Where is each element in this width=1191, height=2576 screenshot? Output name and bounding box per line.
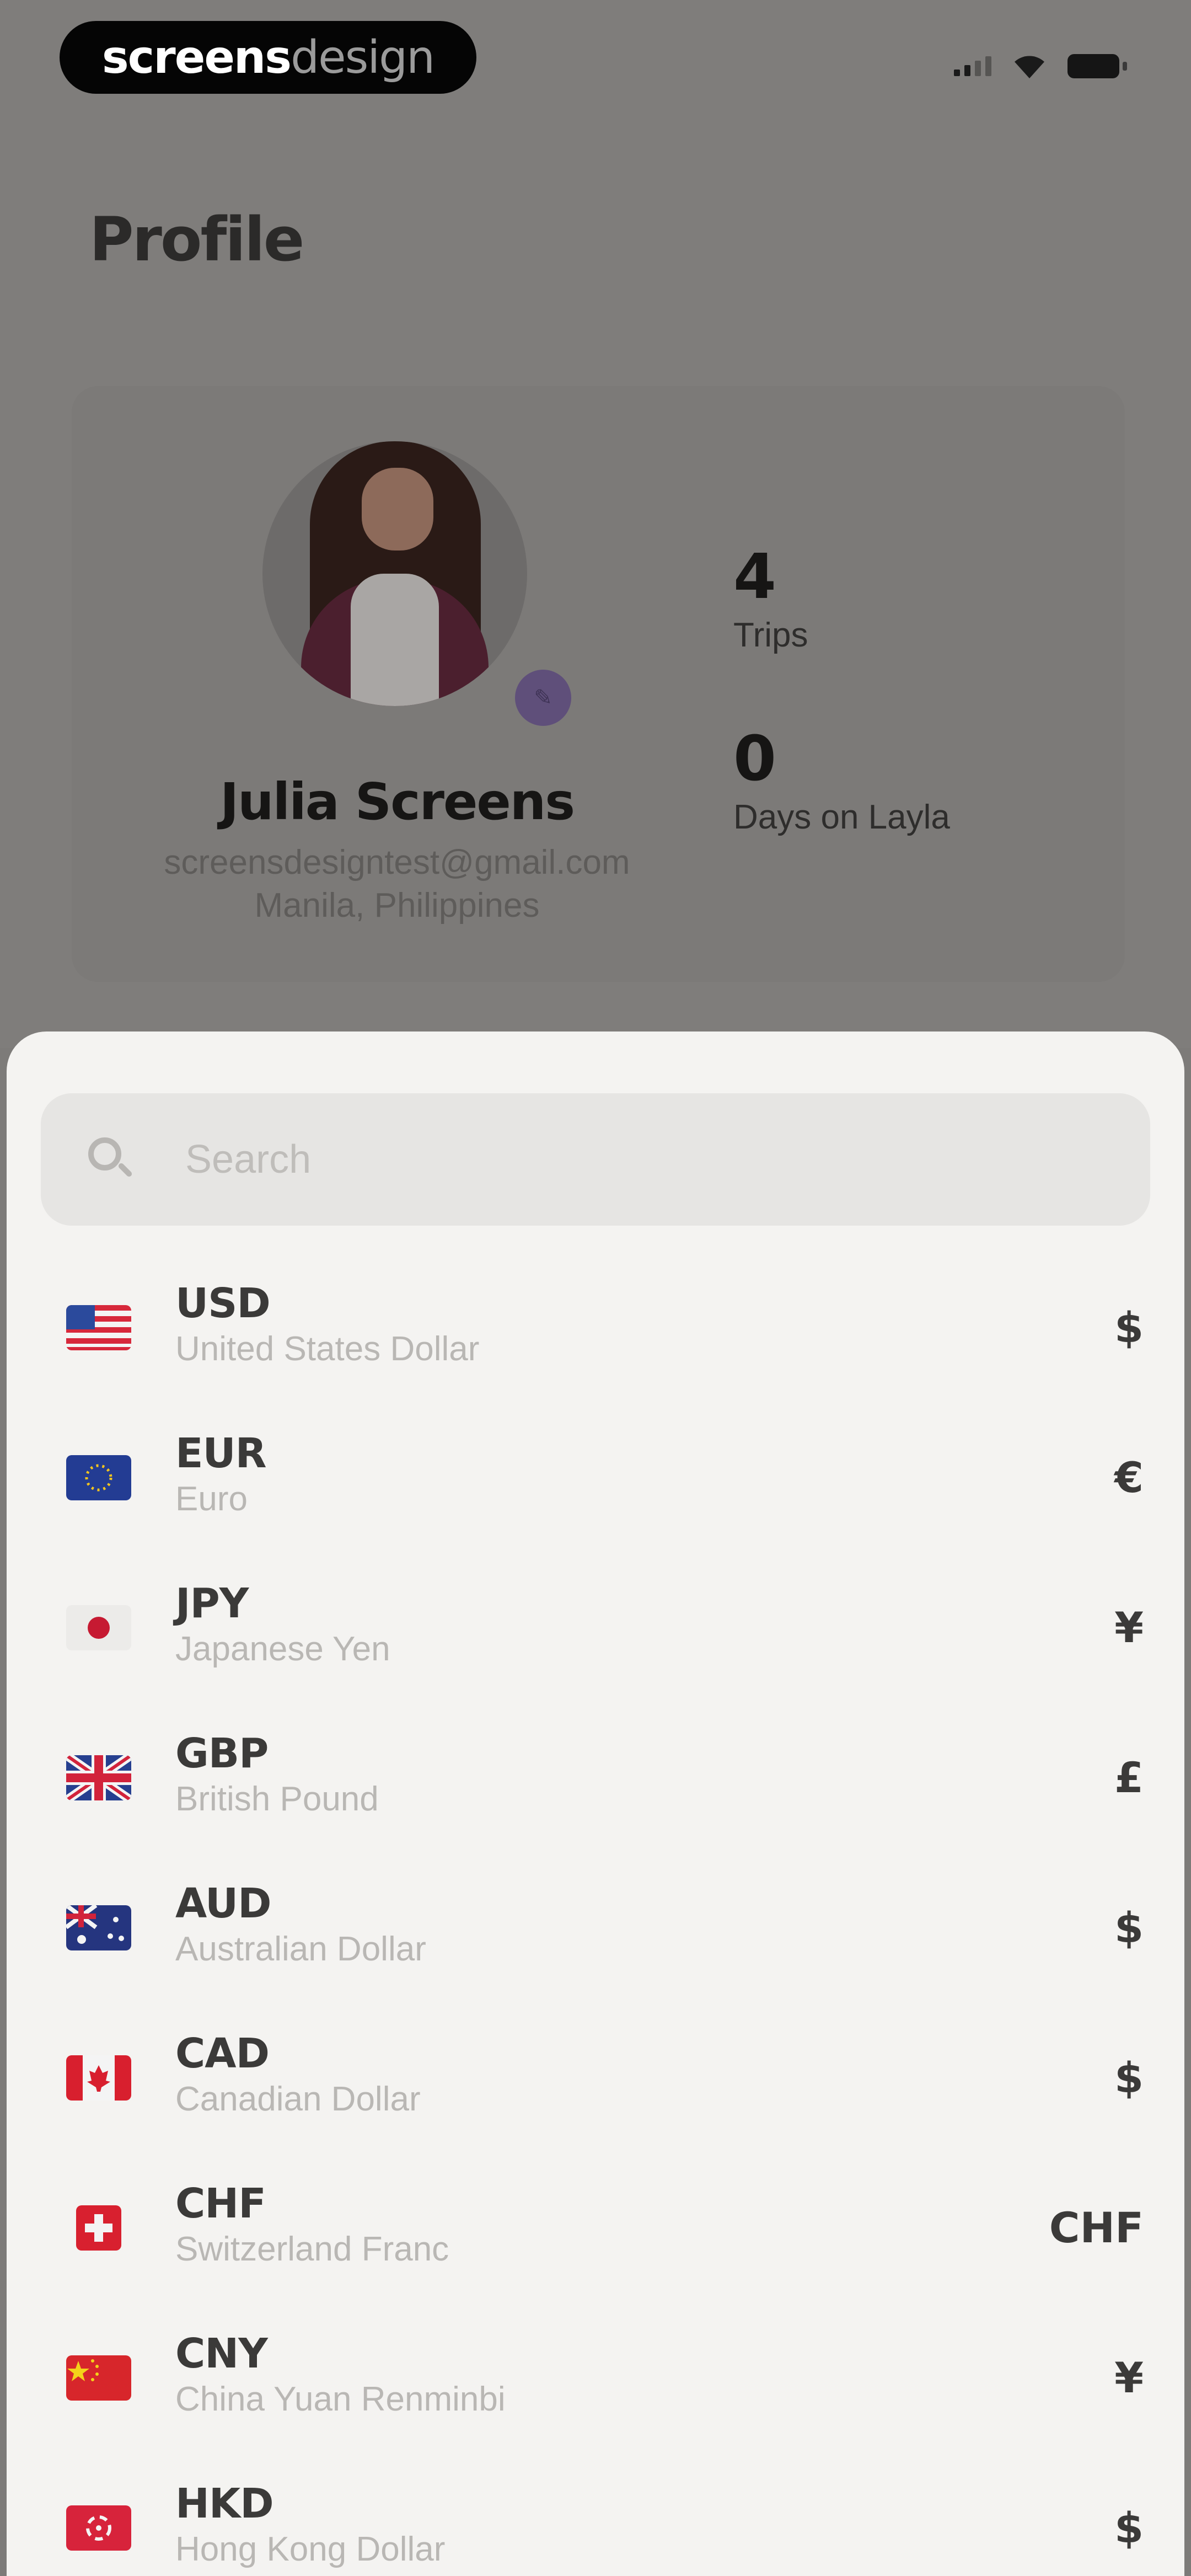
- currency-code: CAD: [175, 2030, 270, 2077]
- cellular-signal-icon: [954, 56, 991, 76]
- currency-row-cny[interactable]: CNY China Yuan Renminbi ¥: [7, 2313, 1184, 2463]
- brand-logo-left: screens: [101, 31, 292, 84]
- brand-logo: screens design: [60, 21, 476, 94]
- currency-code: USD: [175, 1280, 271, 1327]
- stat-label: Days on Layla: [733, 798, 950, 836]
- currency-code: AUD: [175, 1880, 272, 1927]
- currency-name: China Yuan Renminbi: [175, 2380, 506, 2418]
- currency-row-eur[interactable]: EUR Euro €: [7, 1413, 1184, 1563]
- avatar[interactable]: [262, 441, 527, 706]
- stat-label: Trips: [733, 616, 808, 654]
- status-icons: [954, 53, 1127, 79]
- search-icon: [88, 1137, 121, 1171]
- currency-name: Hong Kong Dollar: [175, 2530, 446, 2568]
- currency-name: British Pound: [175, 1780, 379, 1818]
- currency-symbol: ¥: [1114, 2353, 1144, 2402]
- page-title: Profile: [89, 204, 304, 275]
- profile-name: Julia Screens: [219, 772, 575, 831]
- currency-symbol: $: [1114, 1903, 1144, 1952]
- currency-row-chf[interactable]: CHF Switzerland Franc CHF: [7, 2163, 1184, 2313]
- hk-flag-icon: [66, 2505, 131, 2551]
- currency-name: Australian Dollar: [175, 1930, 426, 1968]
- profile-screen-background: screens design Profile ✎ Julia Screens sc…: [0, 0, 1191, 1048]
- currency-bottom-sheet: USD United States Dollar $ EUR Euro €: [7, 1032, 1184, 2576]
- currency-row-aud[interactable]: AUD Australian Dollar $: [7, 1863, 1184, 2013]
- currency-list: USD United States Dollar $ EUR Euro € JP…: [7, 1263, 1184, 2576]
- currency-symbol: ¥: [1114, 1603, 1144, 1652]
- currency-name: Canadian Dollar: [175, 2080, 421, 2118]
- au-flag-icon: [66, 1905, 131, 1950]
- currency-code: JPY: [175, 1580, 249, 1627]
- currency-name: Switzerland Franc: [175, 2230, 449, 2268]
- stat-trips: 4 Trips: [733, 546, 808, 655]
- currency-symbol: £: [1114, 1753, 1144, 1802]
- currency-name: Japanese Yen: [175, 1630, 390, 1668]
- currency-name: United States Dollar: [175, 1330, 480, 1368]
- currency-code: HKD: [175, 2480, 274, 2527]
- currency-row-cad[interactable]: CAD Canadian Dollar $: [7, 2013, 1184, 2163]
- currency-symbol: CHF: [1049, 2203, 1144, 2252]
- stat-value: 4: [733, 541, 776, 613]
- currency-row-usd[interactable]: USD United States Dollar $: [7, 1263, 1184, 1413]
- profile-location: Manila, Philippines: [254, 886, 540, 924]
- jp-flag-icon: [66, 1605, 131, 1650]
- ca-flag-icon: [66, 2055, 131, 2101]
- currency-symbol: $: [1114, 2053, 1144, 2102]
- currency-name: Euro: [175, 1480, 248, 1518]
- uk-flag-icon: [66, 1755, 131, 1800]
- stat-days: 0 Days on Layla: [733, 728, 950, 837]
- currency-row-hkd[interactable]: HKD Hong Kong Dollar $: [7, 2463, 1184, 2576]
- edit-avatar-icon[interactable]: ✎: [507, 662, 579, 734]
- currency-row-gbp[interactable]: GBP British Pound £: [7, 1713, 1184, 1863]
- brand-logo-right: design: [291, 31, 435, 84]
- profile-email: screensdesigntest@gmail.com: [164, 843, 630, 881]
- currency-symbol: $: [1114, 2503, 1144, 2552]
- battery-icon: [1067, 54, 1127, 78]
- us-flag-icon: [66, 1305, 131, 1350]
- currency-symbol: €: [1114, 1453, 1144, 1502]
- currency-code: GBP: [175, 1730, 269, 1777]
- stat-value: 0: [733, 723, 776, 795]
- profile-card: ✎ Julia Screens screensdesigntest@gmail.…: [72, 386, 1125, 982]
- currency-symbol: $: [1114, 1303, 1144, 1352]
- currency-code: EUR: [175, 1430, 267, 1477]
- cn-flag-icon: [66, 2355, 131, 2401]
- ch-flag-icon: [76, 2205, 121, 2251]
- eu-flag-icon: [66, 1455, 131, 1500]
- search-input[interactable]: [185, 1132, 1067, 1187]
- search-bar[interactable]: [41, 1093, 1150, 1226]
- currency-code: CHF: [175, 2180, 266, 2227]
- currency-row-jpy[interactable]: JPY Japanese Yen ¥: [7, 1563, 1184, 1713]
- currency-code: CNY: [175, 2330, 268, 2377]
- wifi-icon: [1015, 56, 1044, 78]
